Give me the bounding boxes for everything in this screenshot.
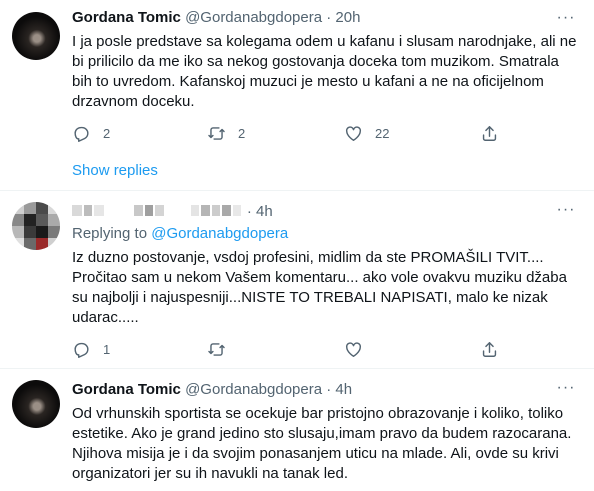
separator-dot: · bbox=[246, 203, 252, 220]
separator-dot: · bbox=[326, 9, 332, 26]
separator-dot: · bbox=[326, 381, 332, 398]
tweet-header: · 4h bbox=[72, 202, 273, 222]
avatar[interactable] bbox=[12, 202, 60, 250]
more-icon[interactable]: ··· bbox=[554, 200, 578, 220]
author-name[interactable]: Gordana Tomic bbox=[72, 9, 181, 26]
redacted-name bbox=[72, 202, 243, 222]
tweet-actions: 2 2 22 bbox=[62, 123, 502, 143]
timestamp[interactable]: 20h bbox=[335, 9, 360, 26]
like-count: 22 bbox=[375, 125, 390, 141]
show-replies-link[interactable]: Show replies bbox=[72, 161, 158, 181]
reply-count: 2 bbox=[103, 125, 111, 141]
replying-to-handle[interactable]: @Gordanabgdopera bbox=[151, 225, 288, 242]
retweet-icon bbox=[208, 342, 225, 356]
reply-button[interactable]: 2 bbox=[72, 123, 110, 143]
timestamp[interactable]: 4h bbox=[256, 203, 273, 220]
tweet-actions: 1 bbox=[62, 339, 502, 359]
retweet-count: 2 bbox=[238, 125, 246, 141]
tweet-header: Gordana Tomic @Gordanabgdopera · 4h bbox=[72, 380, 352, 400]
avatar[interactable] bbox=[12, 12, 60, 60]
tweet-1[interactable]: Gordana Tomic @Gordanabgdopera · 20h ···… bbox=[0, 0, 594, 196]
tweet-text: Od vrhunskih sportista se ocekuje bar pr… bbox=[72, 405, 572, 482]
reply-icon bbox=[74, 126, 89, 142]
avatar[interactable] bbox=[12, 380, 60, 428]
author-handle[interactable]: @Gordanabgdopera bbox=[185, 9, 322, 26]
like-icon bbox=[345, 341, 362, 357]
tweet-2[interactable]: · 4h ··· Replying to @Gordanabgdopera Iz… bbox=[0, 190, 594, 368]
share-icon bbox=[482, 341, 497, 357]
more-icon[interactable]: ··· bbox=[554, 378, 578, 398]
retweet-icon bbox=[208, 126, 225, 140]
reply-button[interactable]: 1 bbox=[72, 339, 110, 359]
like-icon bbox=[345, 125, 362, 141]
tweet-3[interactable]: Gordana Tomic @Gordanabgdopera · 4h ··· … bbox=[0, 368, 594, 491]
reply-count: 1 bbox=[103, 341, 111, 357]
author-name[interactable]: Gordana Tomic bbox=[72, 381, 181, 398]
tweet-text: Iz duzno postovanje, vsdoj profesini, mi… bbox=[72, 249, 567, 326]
reply-icon bbox=[74, 342, 89, 358]
replying-prefix: Replying to bbox=[72, 225, 148, 242]
share-button[interactable] bbox=[480, 123, 499, 143]
tweet-header: Gordana Tomic @Gordanabgdopera · 20h bbox=[72, 8, 360, 28]
retweet-button[interactable] bbox=[207, 339, 238, 359]
retweet-button[interactable]: 2 bbox=[207, 123, 245, 143]
author-handle[interactable]: @Gordanabgdopera bbox=[185, 381, 322, 398]
share-button[interactable] bbox=[480, 339, 499, 359]
share-icon bbox=[482, 125, 497, 141]
like-button[interactable]: 22 bbox=[344, 123, 389, 143]
tweet-text: I ja posle predstave sa kolegama odem u … bbox=[72, 33, 577, 110]
like-button[interactable] bbox=[344, 339, 375, 359]
replying-to: Replying to @Gordanabgdopera bbox=[72, 224, 288, 244]
more-icon[interactable]: ··· bbox=[554, 8, 578, 28]
timestamp[interactable]: 4h bbox=[335, 381, 352, 398]
